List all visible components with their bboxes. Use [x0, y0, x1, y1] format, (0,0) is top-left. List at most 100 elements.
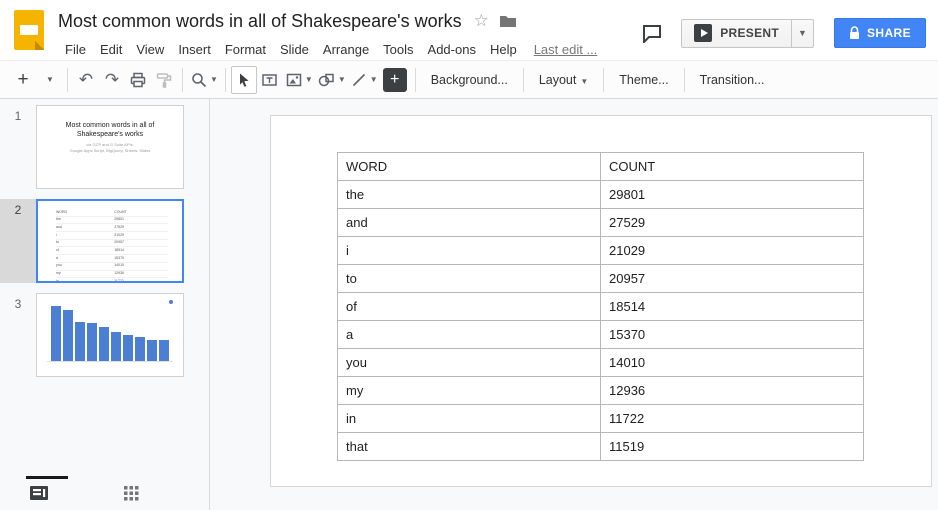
- menu-insert[interactable]: Insert: [171, 39, 218, 60]
- redo-button[interactable]: ↷: [99, 66, 125, 94]
- text-box-tool-button[interactable]: [257, 66, 283, 94]
- print-button[interactable]: [125, 66, 151, 94]
- table-cell[interactable]: of: [338, 293, 601, 321]
- slide-table: WORDCOUNT the29801and27529i21029to20957o…: [337, 152, 864, 461]
- slide-thumbnail-2[interactable]: 2 WORDCOUNTthe29801and27529i21029to20957…: [0, 199, 209, 283]
- menu-help[interactable]: Help: [483, 39, 524, 60]
- mini-chart-bars: [47, 306, 173, 362]
- folder-icon[interactable]: [499, 14, 517, 29]
- slide-number: 3: [0, 293, 36, 377]
- insert-plus-button[interactable]: +: [383, 68, 407, 92]
- mini-table-row: WORDCOUNT: [56, 209, 168, 217]
- table-cell[interactable]: 20957: [601, 265, 864, 293]
- undo-button[interactable]: ↶: [73, 66, 99, 94]
- layout-button[interactable]: Layout▼: [529, 67, 598, 93]
- present-button[interactable]: PRESENT: [681, 19, 792, 48]
- table-row[interactable]: a15370: [338, 321, 864, 349]
- toolbar: + ▼ ↶ ↷ ▼ ▼ ▼ ▼ + Background... Layout▼ …: [0, 60, 938, 99]
- table-cell[interactable]: 27529: [601, 209, 864, 237]
- mini-chart-bar: [111, 332, 121, 361]
- table-row[interactable]: i21029: [338, 237, 864, 265]
- play-icon: [694, 24, 712, 42]
- mini-chart-bar: [147, 340, 157, 361]
- view-mode-indicator: [26, 476, 68, 479]
- table-row[interactable]: you14010: [338, 349, 864, 377]
- table-cell[interactable]: 11722: [601, 405, 864, 433]
- mini-table-row: and27529: [56, 224, 168, 232]
- new-slide-caret[interactable]: ▼: [36, 66, 62, 94]
- slide-thumbnail-1[interactable]: 1 Most common words in all of Shakespear…: [0, 105, 209, 189]
- slide-canvas: WORDCOUNT the29801and27529i21029to20957o…: [210, 99, 938, 510]
- line-tool-button[interactable]: ▼: [348, 66, 380, 94]
- table-cell[interactable]: to: [338, 265, 601, 293]
- table-cell[interactable]: 14010: [601, 349, 864, 377]
- table-cell[interactable]: 11519: [601, 433, 864, 461]
- menu-slide[interactable]: Slide: [273, 39, 316, 60]
- menu-tools[interactable]: Tools: [376, 39, 420, 60]
- share-button[interactable]: SHARE: [834, 18, 926, 48]
- zoom-button[interactable]: ▼: [188, 66, 220, 94]
- slide-number: 2: [0, 199, 36, 283]
- mini-table: WORDCOUNTthe29801and27529i21029to20957of…: [38, 201, 182, 283]
- present-options-caret[interactable]: ▼: [792, 19, 814, 48]
- menu-arrange[interactable]: Arrange: [316, 39, 376, 60]
- menu-format[interactable]: Format: [218, 39, 273, 60]
- current-slide[interactable]: WORDCOUNT the29801and27529i21029to20957o…: [270, 115, 932, 487]
- menu-items-container: FileEditViewInsertFormatSlideArrangeTool…: [58, 39, 524, 60]
- shape-tool-button[interactable]: ▼: [315, 66, 348, 94]
- mini-chart-bar: [87, 323, 97, 362]
- table-row[interactable]: of18514: [338, 293, 864, 321]
- table-row[interactable]: my12936: [338, 377, 864, 405]
- table-row[interactable]: in11722: [338, 405, 864, 433]
- menubar: FileEditViewInsertFormatSlideArrangeTool…: [58, 36, 637, 62]
- table-header-cell[interactable]: COUNT: [601, 153, 864, 181]
- table-cell[interactable]: that: [338, 433, 601, 461]
- table-header-cell[interactable]: WORD: [338, 153, 601, 181]
- table-cell[interactable]: 18514: [601, 293, 864, 321]
- table-row[interactable]: that11519: [338, 433, 864, 461]
- table-row[interactable]: and27529: [338, 209, 864, 237]
- menu-addons[interactable]: Add-ons: [421, 39, 483, 60]
- transition-button[interactable]: Transition...: [690, 67, 775, 93]
- table-cell[interactable]: 12936: [601, 377, 864, 405]
- table-row[interactable]: to20957: [338, 265, 864, 293]
- mini-chart-bar: [123, 335, 133, 361]
- filmstrip-view-button[interactable]: [30, 486, 48, 500]
- table-cell[interactable]: in: [338, 405, 601, 433]
- star-icon[interactable]: ☆: [474, 11, 489, 31]
- table-cell[interactable]: 21029: [601, 237, 864, 265]
- mini-chart-bar: [135, 337, 145, 361]
- slide-number: 1: [0, 105, 36, 189]
- menu-edit[interactable]: Edit: [93, 39, 129, 60]
- mini-table-row: the29801: [56, 217, 168, 225]
- menu-file[interactable]: File: [58, 39, 93, 60]
- last-edit-link[interactable]: Last edit ...: [534, 42, 598, 57]
- slides-logo-icon[interactable]: [14, 10, 44, 50]
- grid-view-button[interactable]: [124, 486, 139, 501]
- table-row[interactable]: the29801: [338, 181, 864, 209]
- background-button[interactable]: Background...: [421, 67, 518, 93]
- mini-chart-bar: [51, 306, 61, 361]
- table-cell[interactable]: i: [338, 237, 601, 265]
- paint-format-button[interactable]: [151, 66, 177, 94]
- insert-image-button[interactable]: ▼: [283, 66, 315, 94]
- menu-view[interactable]: View: [129, 39, 171, 60]
- theme-button[interactable]: Theme...: [609, 67, 678, 93]
- document-title[interactable]: Most common words in all of Shakespeare'…: [58, 11, 462, 32]
- table-cell[interactable]: and: [338, 209, 601, 237]
- mini-chart-bar: [159, 340, 169, 361]
- new-slide-button[interactable]: +: [10, 66, 36, 94]
- comments-button[interactable]: [637, 19, 667, 47]
- app-header: Most common words in all of Shakespeare'…: [0, 0, 938, 60]
- table-cell[interactable]: you: [338, 349, 601, 377]
- table-cell[interactable]: 29801: [601, 181, 864, 209]
- table-cell[interactable]: a: [338, 321, 601, 349]
- table-cell[interactable]: the: [338, 181, 601, 209]
- slide-table-body: the29801and27529i21029to20957of18514a153…: [338, 181, 864, 461]
- lock-icon: [849, 26, 860, 40]
- table-cell[interactable]: my: [338, 377, 601, 405]
- table-cell[interactable]: 15370: [601, 321, 864, 349]
- slide-thumbnail-3[interactable]: 3: [0, 293, 209, 377]
- mini-table-row: my12936: [56, 271, 168, 279]
- select-tool-button[interactable]: [231, 66, 257, 94]
